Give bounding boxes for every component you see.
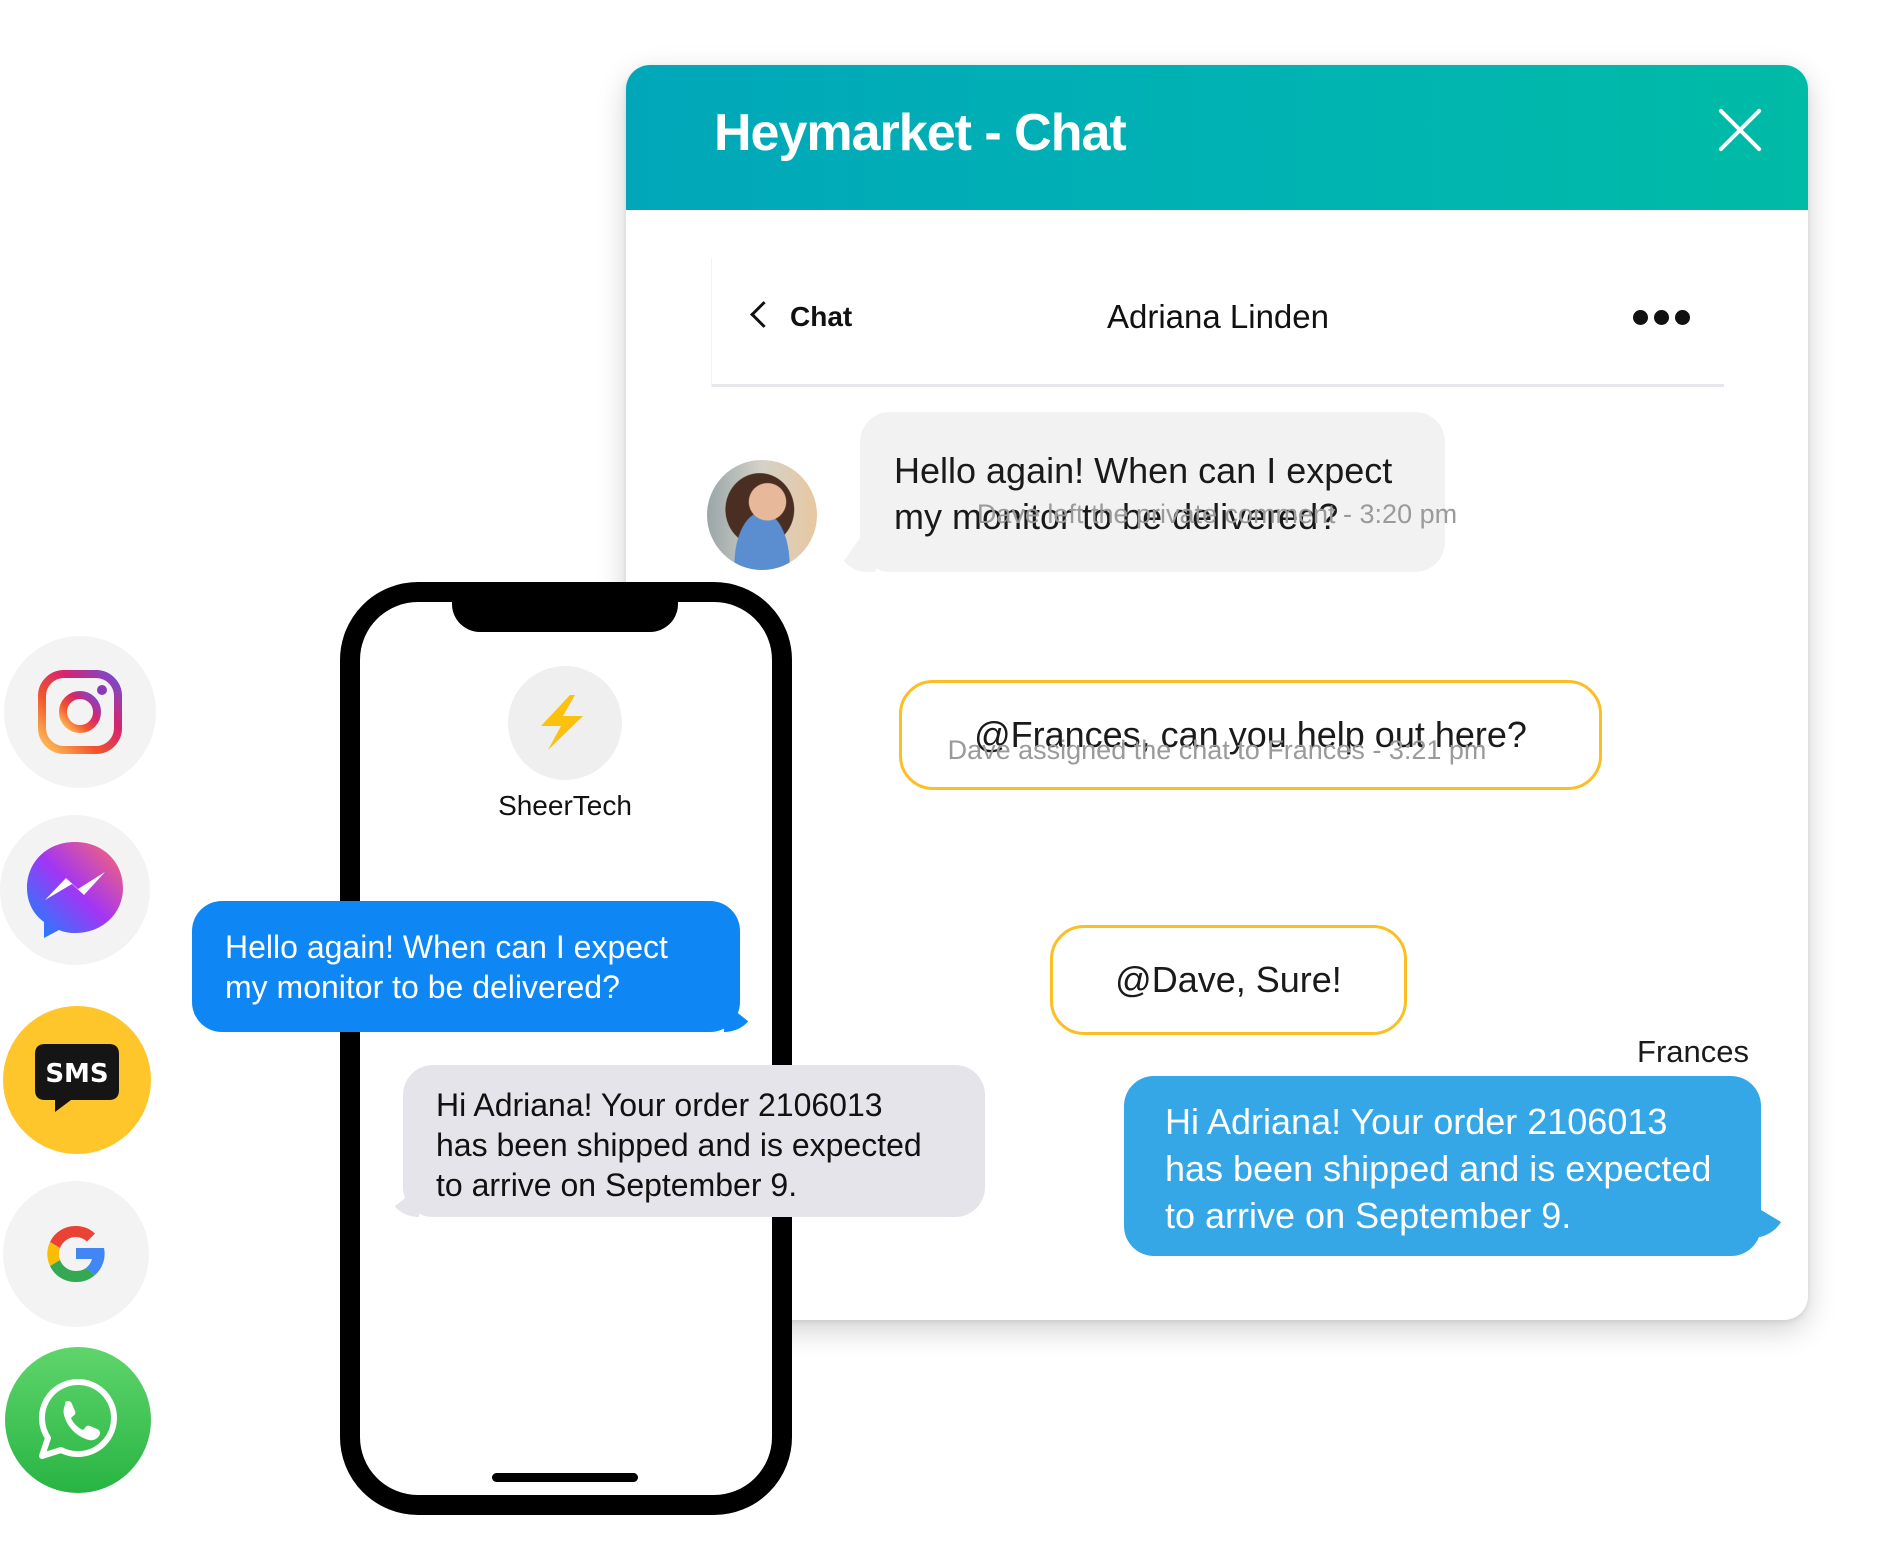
contact-name: Adriana Linden — [1106, 298, 1329, 335]
channel-whatsapp[interactable] — [5, 1347, 151, 1493]
channel-google[interactable] — [3, 1181, 149, 1327]
sms-icon: SMS — [35, 1044, 119, 1112]
phone-incoming-message: Hi Adriana! Your order 2106013 has been … — [403, 1065, 985, 1217]
system-event: Dave assigned the chat to Frances - 3:21… — [947, 735, 1487, 765]
chat-window-header: Heymarket - Chat — [626, 65, 1808, 210]
close-icon[interactable] — [1714, 105, 1764, 155]
incoming-message: Hello again! When can I expect my monito… — [860, 412, 1445, 572]
sender-name: Frances — [1637, 1034, 1749, 1069]
google-icon — [47, 1225, 105, 1283]
channel-messenger[interactable] — [0, 815, 150, 965]
more-options-icon[interactable] — [1633, 310, 1690, 325]
instagram-icon — [38, 670, 122, 754]
message-text: Hello again! When can I expect my monito… — [225, 929, 668, 1005]
system-event: Dave left the private comment - 3:20 pm — [976, 499, 1458, 529]
conversation-header: Chat Adriana Linden — [712, 258, 1724, 387]
channel-sms[interactable]: SMS — [3, 1006, 151, 1154]
messenger-icon — [27, 842, 123, 938]
whatsapp-icon — [38, 1378, 117, 1459]
phone-notch — [452, 596, 678, 632]
brand-avatar — [508, 666, 622, 780]
private-note: @Dave, Sure! — [1050, 925, 1407, 1035]
lightning-bolt-icon — [541, 695, 583, 750]
message-text: Hi Adriana! Your order 2106013 has been … — [436, 1087, 922, 1203]
message-text: Hi Adriana! Your order 2106013 has been … — [1165, 1101, 1712, 1236]
channel-instagram[interactable] — [4, 636, 156, 788]
brand-name: SheerTech — [498, 790, 632, 821]
home-indicator — [492, 1473, 638, 1482]
outgoing-message: Hi Adriana! Your order 2106013 has been … — [1124, 1076, 1761, 1256]
window-title: Heymarket - Chat — [714, 104, 1127, 162]
svg-text:SMS: SMS — [45, 1059, 108, 1089]
phone-outgoing-message: Hello again! When can I expect my monito… — [192, 901, 740, 1032]
